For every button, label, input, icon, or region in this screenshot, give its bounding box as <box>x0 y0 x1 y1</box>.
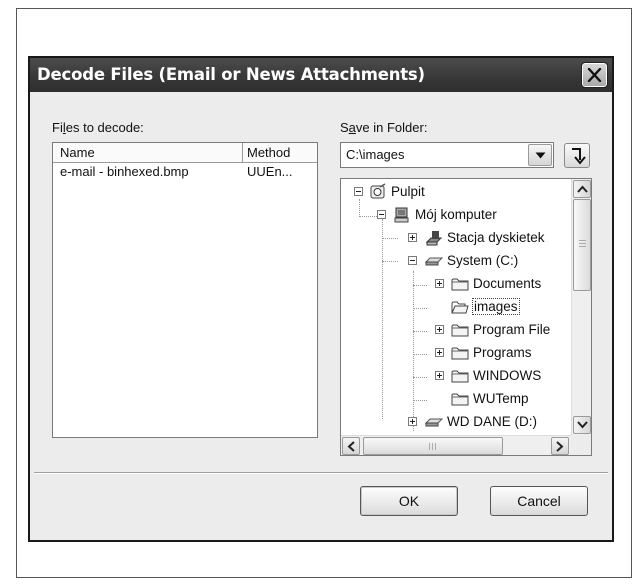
tree-node-label: WINDOWS <box>473 368 542 383</box>
chevron-up-icon <box>577 185 588 193</box>
tree-node-program-files[interactable]: Program File <box>341 320 571 340</box>
column-header-method[interactable]: Method <box>243 143 319 163</box>
scroll-down-button[interactable] <box>573 416 591 434</box>
files-list[interactable]: Name Method e-mail - binhexed.bmp UUEn..… <box>52 142 318 438</box>
close-button[interactable] <box>581 62 608 88</box>
tree-node-wutemp[interactable]: WUTemp <box>341 389 571 409</box>
expand-icon[interactable] <box>408 233 417 242</box>
cancel-button[interactable]: Cancel <box>490 486 588 516</box>
expand-icon[interactable] <box>435 371 444 380</box>
file-name-cell: e-mail - binhexed.bmp <box>60 164 189 179</box>
dialog-separator <box>34 472 608 474</box>
tree-node-label: Stacja dyskietek <box>447 230 545 245</box>
save-folder-value: C:\images <box>346 147 405 162</box>
expand-icon[interactable] <box>435 325 444 334</box>
decode-files-dialog: Decode Files (Email or News Attachments)… <box>28 56 614 542</box>
tree-node-label: Program File <box>473 322 551 337</box>
files-to-decode-label: Files to decode: <box>52 120 144 135</box>
tree-node-images[interactable]: images <box>341 297 571 317</box>
tree-node-label: Documents <box>473 276 542 291</box>
desktop-icon <box>370 183 386 199</box>
tree-node-my-computer[interactable]: Mój komputer <box>341 205 571 225</box>
chevron-right-icon <box>556 441 564 452</box>
chevron-down-icon <box>535 152 546 159</box>
combo-dropdown-button[interactable] <box>528 144 552 166</box>
tree-node-floppy[interactable]: Stacja dyskietek <box>341 228 571 248</box>
list-header: Name Method <box>53 143 317 163</box>
expand-icon[interactable] <box>408 417 417 426</box>
folder-tree[interactable]: Pulpit Mój komputer Stacja dyskietek Sys… <box>340 178 592 456</box>
tree-node-label: Pulpit <box>391 184 425 199</box>
title-bar: Decode Files (Email or News Attachments) <box>30 58 612 92</box>
close-icon <box>587 68 602 82</box>
ok-button[interactable]: OK <box>360 486 458 516</box>
folder-icon <box>451 324 469 337</box>
collapse-icon[interactable] <box>408 256 417 265</box>
tree-node-programs[interactable]: Programs <box>341 343 571 363</box>
floppy-drive-icon <box>425 231 443 246</box>
tree-node-label: images <box>472 298 520 315</box>
tree-node-pulpit[interactable]: Pulpit <box>341 182 571 202</box>
tree-node-system-c[interactable]: System (C:) <box>341 251 571 271</box>
hard-drive-icon <box>425 257 443 266</box>
file-method-cell: UUEn... <box>247 164 293 179</box>
chevron-down-icon <box>577 421 588 429</box>
expand-icon[interactable] <box>435 279 444 288</box>
folder-icon <box>451 393 469 406</box>
expand-icon[interactable] <box>435 348 444 357</box>
tree-viewport: Pulpit Mój komputer Stacja dyskietek Sys… <box>341 179 571 437</box>
tree-node-wd-dane[interactable]: WD DANE (D:) <box>341 412 571 432</box>
tree-node-label: WD DANE (D:) <box>447 414 537 429</box>
save-in-folder-label: Save in Folder: <box>340 120 428 135</box>
column-header-name[interactable]: Name <box>53 143 243 163</box>
collapse-icon[interactable] <box>377 210 386 219</box>
tree-node-windows[interactable]: WINDOWS <box>341 366 571 386</box>
save-folder-combo[interactable]: C:\images <box>340 142 554 168</box>
scroll-right-button[interactable] <box>551 437 569 455</box>
scroll-left-button[interactable] <box>342 437 360 455</box>
up-folder-icon <box>572 148 586 165</box>
dialog-title: Decode Files (Email or News Attachments) <box>37 65 425 84</box>
scrollbar-corner <box>571 435 591 455</box>
hard-drive-icon <box>425 418 443 427</box>
tree-vertical-scrollbar[interactable] <box>571 179 591 437</box>
vertical-scroll-thumb[interactable] <box>573 199 591 291</box>
chevron-left-icon <box>347 441 355 452</box>
up-one-level-button[interactable] <box>564 143 590 168</box>
folder-icon <box>451 278 469 291</box>
tree-node-label: System (C:) <box>447 253 519 268</box>
tree-node-label: Mój komputer <box>415 207 497 222</box>
scroll-up-button[interactable] <box>573 180 591 198</box>
list-item[interactable]: e-mail - binhexed.bmp UUEn... <box>53 163 317 181</box>
horizontal-scroll-thumb[interactable] <box>363 437 503 455</box>
tree-horizontal-scrollbar[interactable] <box>341 435 571 455</box>
folder-icon <box>451 347 469 360</box>
tree-node-label: Programs <box>473 345 532 360</box>
tree-node-label: WUTemp <box>473 391 529 406</box>
open-folder-icon <box>451 301 469 314</box>
collapse-icon[interactable] <box>354 187 363 196</box>
computer-icon <box>394 207 409 223</box>
tree-node-documents[interactable]: Documents <box>341 274 571 294</box>
folder-icon <box>451 370 469 383</box>
